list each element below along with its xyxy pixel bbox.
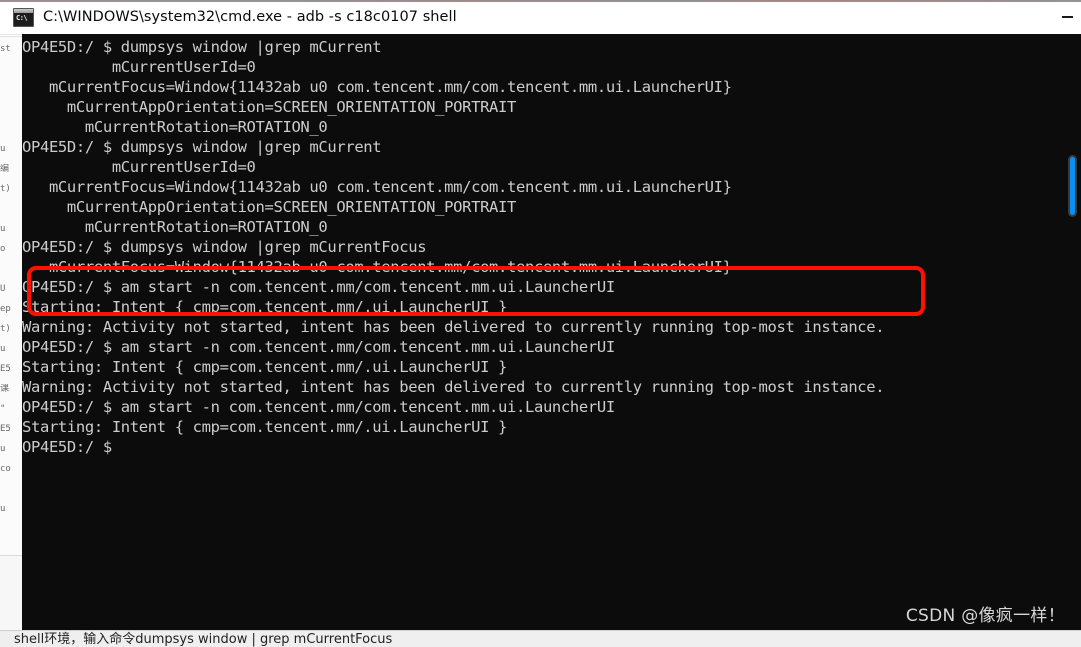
terminal-line: mCurrentFocus=Window{11432ab u0 com.tenc… [22,78,732,96]
terminal-line: Starting: Intent { cmp=com.tencent.mm/.u… [22,358,508,376]
title-bar[interactable]: C:\WINDOWS\system32\cmd.exe - adb -s c18… [0,0,1081,35]
terminal-line: Starting: Intent { cmp=com.tencent.mm/.u… [22,418,508,436]
terminal-line: Starting: Intent { cmp=com.tencent.mm/.u… [22,298,508,316]
scrollbar-thumb-fill [1070,157,1075,215]
terminal-line: OP4E5D:/ $ dumpsys window |grep mCurrent [22,38,382,56]
terminal-scrollbar[interactable] [1066,34,1080,634]
terminal-line: mCurrentAppOrientation=SCREEN_ORIENTATIO… [22,98,516,116]
background-status-text: shell环境，输入命令dumpsys window | grep mCurre… [14,632,393,647]
terminal-line: Warning: Activity not started, intent ha… [22,318,885,336]
terminal-line: mCurrentFocus=Window{11432ab u0 com.tenc… [22,258,732,276]
terminal-line: mCurrentFocus=Window{11432ab u0 com.tenc… [22,178,732,196]
window-title: C:\WINDOWS\system32\cmd.exe - adb -s c18… [43,9,457,25]
cmd-icon [13,7,34,27]
terminal-output-area[interactable]: OP4E5D:/ $ dumpsys window |grep mCurrent… [22,34,1081,634]
terminal-line: mCurrentRotation=ROTATION_0 [22,118,328,136]
terminal-line: OP4E5D:/ $ [22,438,112,456]
screenshot-root: stu编t)uoUept)uE5课"E5ucou C:\WINDOWS\syst… [0,0,1081,647]
terminal-line: OP4E5D:/ $ am start -n com.tencent.mm/co… [22,398,615,416]
terminal-line: OP4E5D:/ $ am start -n com.tencent.mm/co… [22,278,615,296]
minimize-icon [1061,16,1073,18]
terminal-line: mCurrentAppOrientation=SCREEN_ORIENTATIO… [22,198,516,216]
terminal-line: mCurrentUserId=0 [22,58,256,76]
minimize-button[interactable] [1053,0,1081,34]
terminal-line: mCurrentRotation=ROTATION_0 [22,218,328,236]
window-controls[interactable] [1053,0,1081,34]
terminal-line: Warning: Activity not started, intent ha… [22,378,885,396]
terminal-text: OP4E5D:/ $ dumpsys window |grep mCurrent… [22,37,1062,457]
console-window[interactable]: C:\WINDOWS\system32\cmd.exe - adb -s c18… [0,0,1081,634]
scrollbar-thumb[interactable] [1068,155,1077,217]
title-accent-bar [0,0,1081,2]
watermark: CSDN @像疯一样！ [905,606,1065,626]
terminal-line: OP4E5D:/ $ dumpsys window |grep mCurrent [22,138,382,156]
terminal-line: OP4E5D:/ $ am start -n com.tencent.mm/co… [22,338,615,356]
terminal-line: OP4E5D:/ $ dumpsys window |grep mCurrent… [22,238,427,256]
terminal-line: mCurrentUserId=0 [22,158,256,176]
background-status-bar: shell环境，输入命令dumpsys window | grep mCurre… [0,630,1081,647]
